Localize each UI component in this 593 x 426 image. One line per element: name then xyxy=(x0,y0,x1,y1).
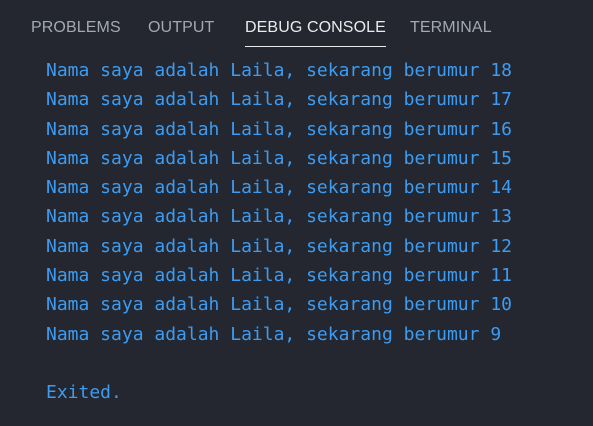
console-line: Nama saya adalah Laila, sekarang berumur… xyxy=(46,206,512,228)
console-line: Nama saya adalah Laila, sekarang berumur… xyxy=(46,147,512,169)
console-line: Nama saya adalah Laila, sekarang berumur… xyxy=(46,118,512,140)
tab-debug-console[interactable]: DEBUG CONSOLE xyxy=(245,18,386,47)
console-line: Nama saya adalah Laila, sekarang berumur… xyxy=(46,294,512,316)
active-tab-indicator xyxy=(245,46,386,47)
console-line: Nama saya adalah Laila, sekarang berumur… xyxy=(46,89,512,111)
console-line: Nama saya adalah Laila, sekarang berumur… xyxy=(46,60,512,81)
console-line: Nama saya adalah Laila, sekarang berumur… xyxy=(46,235,512,257)
debug-console-panel: PROBLEMS OUTPUT DEBUG CONSOLE TERMINAL N… xyxy=(0,0,593,426)
tab-output[interactable]: OUTPUT xyxy=(148,18,214,38)
console-line: Nama saya adalah Laila, sekarang berumur… xyxy=(46,265,512,287)
console-exit-message: Exited. xyxy=(46,382,122,404)
console-line: Nama saya adalah Laila, sekarang berumur… xyxy=(46,323,502,345)
tab-terminal[interactable]: TERMINAL xyxy=(410,18,492,38)
tab-debug-console-label: DEBUG CONSOLE xyxy=(245,19,386,36)
console-output: Nama saya adalah Laila, sekarang berumur… xyxy=(46,56,583,408)
tab-problems[interactable]: PROBLEMS xyxy=(31,18,121,38)
console-line: Nama saya adalah Laila, sekarang berumur… xyxy=(46,177,512,199)
panel-tab-bar: PROBLEMS OUTPUT DEBUG CONSOLE TERMINAL xyxy=(0,0,593,52)
